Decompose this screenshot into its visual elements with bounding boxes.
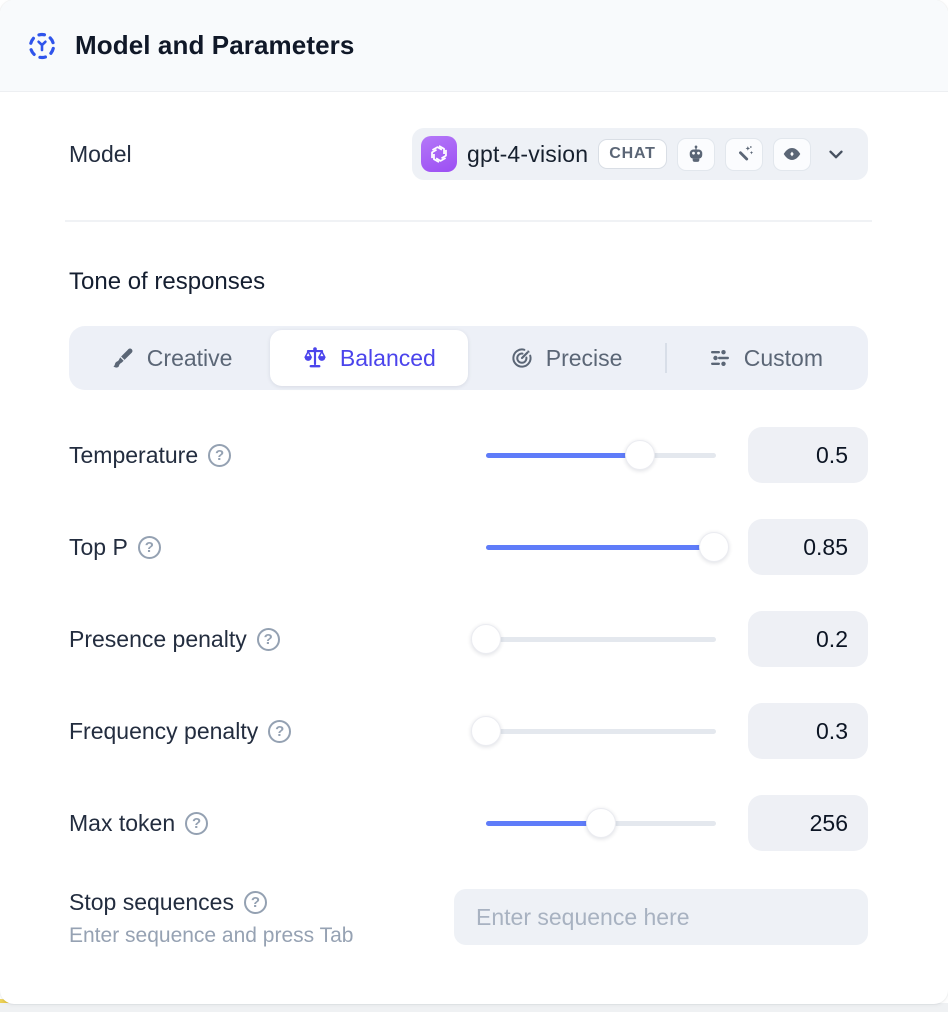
model-label: Model: [69, 141, 132, 168]
page-title: Model and Parameters: [75, 30, 354, 61]
parameter-label: Presence penalty: [69, 626, 247, 653]
target-dart-icon: [510, 346, 534, 370]
magic-wand-icon: [725, 138, 763, 171]
help-icon[interactable]: ?: [208, 444, 231, 467]
model-type-badge: CHAT: [598, 139, 666, 169]
slider-thumb[interactable]: [625, 440, 655, 470]
model-row: Model gpt-4-vision: [69, 128, 868, 180]
frequency-penalty-slider[interactable]: [470, 715, 732, 747]
panel-header: Model and Parameters: [0, 0, 948, 92]
help-icon[interactable]: ?: [244, 891, 267, 914]
model-parameters-panel: Model and Parameters Model: [0, 0, 948, 1004]
slider-track: [486, 729, 716, 734]
frequency-penalty-value[interactable]: 0.3: [748, 703, 868, 759]
max-token-value[interactable]: 256: [748, 795, 868, 851]
robot-icon: [677, 138, 715, 171]
tone-option-balanced[interactable]: Balanced: [270, 330, 467, 386]
help-icon[interactable]: ?: [138, 536, 161, 559]
help-icon[interactable]: ?: [185, 812, 208, 835]
top-p-value[interactable]: 0.85: [748, 519, 868, 575]
help-icon[interactable]: ?: [257, 628, 280, 651]
background-bottom-strip: [0, 1003, 948, 1012]
parameter-row-presence-penalty: Presence penalty ? 0.2: [69, 593, 868, 685]
balance-scale-icon: [302, 345, 328, 371]
slider-fill: [486, 545, 714, 550]
slider-fill: [486, 821, 601, 826]
paintbrush-icon: [111, 346, 135, 370]
tone-option-label: Creative: [147, 345, 233, 372]
temperature-value[interactable]: 0.5: [748, 427, 868, 483]
parameter-label: Temperature: [69, 442, 198, 469]
parameter-label: Top P: [69, 534, 128, 561]
vision-eye-icon: [773, 138, 811, 171]
slider-track: [486, 637, 716, 642]
model-scope-icon: [26, 30, 58, 62]
presence-penalty-value[interactable]: 0.2: [748, 611, 868, 667]
parameter-row-temperature: Temperature ? 0.5: [69, 409, 868, 501]
tone-option-label: Balanced: [340, 345, 436, 372]
slider-fill: [486, 453, 640, 458]
stop-sequence-input[interactable]: [454, 889, 868, 945]
tone-option-label: Custom: [744, 345, 823, 372]
tone-segmented-control: Creative Balanced: [69, 326, 868, 390]
slider-thumb[interactable]: [471, 624, 501, 654]
temperature-slider[interactable]: [470, 439, 732, 471]
tone-heading: Tone of responses: [69, 268, 868, 296]
section-divider: [65, 220, 872, 222]
presence-penalty-slider[interactable]: [470, 623, 732, 655]
model-name: gpt-4-vision: [467, 141, 588, 168]
stop-sequences-label: Stop sequences: [69, 889, 234, 916]
tone-option-precise[interactable]: Precise: [468, 330, 665, 386]
chevron-down-icon: [825, 143, 847, 165]
stop-sequences-hint: Enter sequence and press Tab: [69, 924, 353, 948]
parameter-row-frequency-penalty: Frequency penalty ? 0.3: [69, 685, 868, 777]
sliders-icon: [708, 346, 732, 370]
slider-thumb[interactable]: [586, 808, 616, 838]
help-icon[interactable]: ?: [268, 720, 291, 743]
parameter-row-max-token: Max token ? 256: [69, 777, 868, 869]
parameters-list: Temperature ? 0.5 Top P ?: [69, 409, 868, 869]
stop-sequences-row: Stop sequences ? Enter sequence and pres…: [69, 889, 868, 948]
slider-thumb[interactable]: [471, 716, 501, 746]
tone-option-creative[interactable]: Creative: [73, 330, 270, 386]
max-token-slider[interactable]: [470, 807, 732, 839]
slider-thumb[interactable]: [699, 532, 729, 562]
model-select[interactable]: gpt-4-vision CHAT: [412, 128, 868, 180]
tone-option-custom[interactable]: Custom: [667, 330, 864, 386]
parameter-row-top-p: Top P ? 0.85: [69, 501, 868, 593]
parameter-label: Frequency penalty: [69, 718, 258, 745]
parameter-label: Max token: [69, 810, 175, 837]
tone-option-label: Precise: [546, 345, 623, 372]
openai-logo: [421, 136, 457, 172]
top-p-slider[interactable]: [470, 531, 732, 563]
